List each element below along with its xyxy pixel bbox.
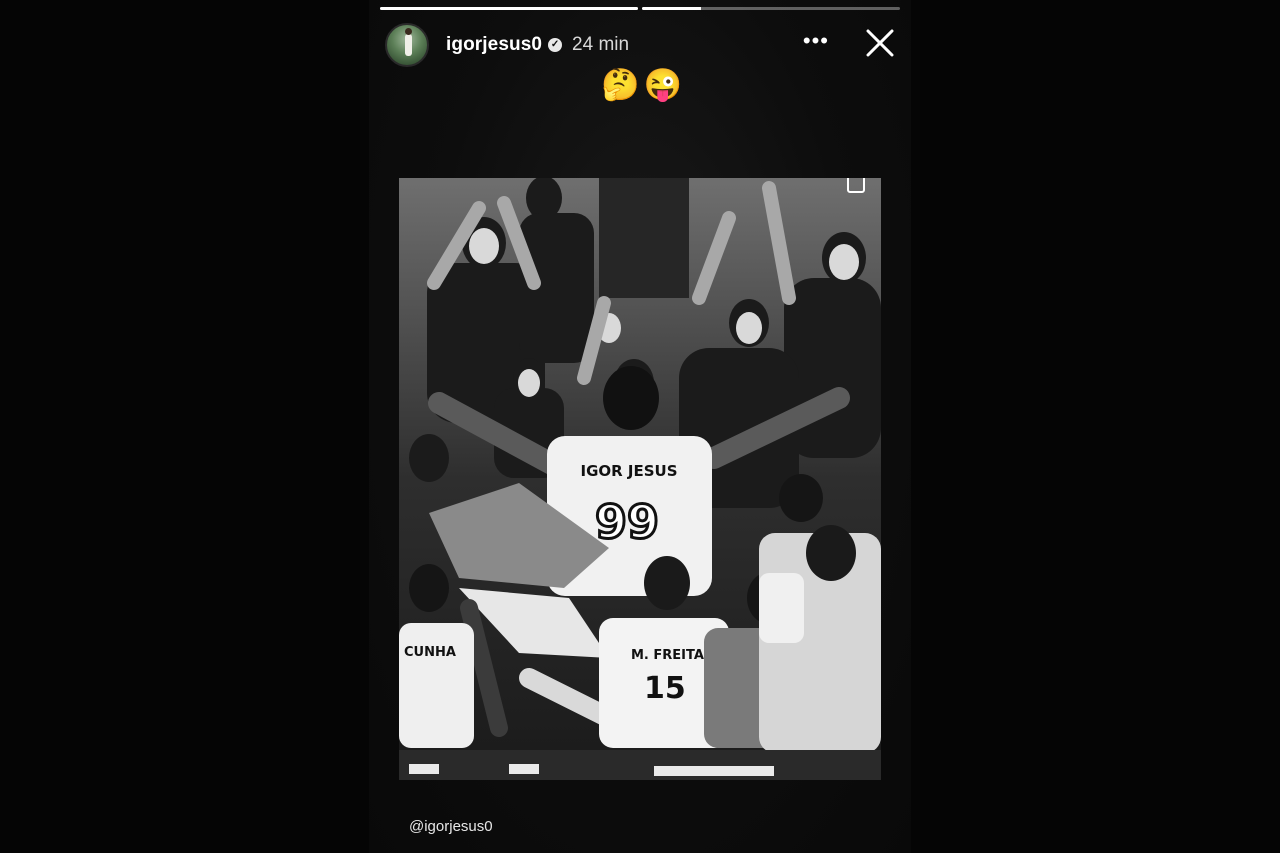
story-viewer: igorjesus0 ✓ 24 min ••• 🤔😜 IGOR JESUS 99…	[369, 0, 911, 853]
mention-tag[interactable]: @igorjesus0	[409, 818, 493, 835]
story-timestamp: 24 min	[572, 34, 630, 55]
shared-post-photo[interactable]: IGOR JESUS 99 CUNHA M. FREITAS 15	[399, 178, 881, 780]
verified-badge-icon: ✓	[548, 38, 563, 52]
story-header: igorjesus0 ✓ 24 min •••	[385, 22, 899, 68]
close-icon[interactable]	[863, 26, 897, 60]
more-options-icon[interactable]: •••	[803, 30, 829, 52]
jersey-number-main: 99	[595, 495, 659, 549]
avatar[interactable]	[385, 23, 429, 67]
progress-segment-2	[642, 7, 900, 10]
jersey-name-freitas: M. FREITAS	[631, 648, 713, 663]
jersey-name-cunha: CUNHA	[404, 645, 456, 660]
match-celebration-photo: IGOR JESUS 99 CUNHA M. FREITAS 15	[399, 178, 881, 780]
username[interactable]: igorjesus0	[446, 34, 542, 56]
story-progress	[380, 7, 900, 10]
emoji-sticker: 🤔😜	[601, 67, 687, 102]
svg-text:15: 15	[644, 671, 686, 706]
jersey-name-main: IGOR JESUS	[580, 462, 677, 480]
progress-segment-1	[380, 7, 638, 10]
multiple-photos-icon	[847, 178, 865, 193]
